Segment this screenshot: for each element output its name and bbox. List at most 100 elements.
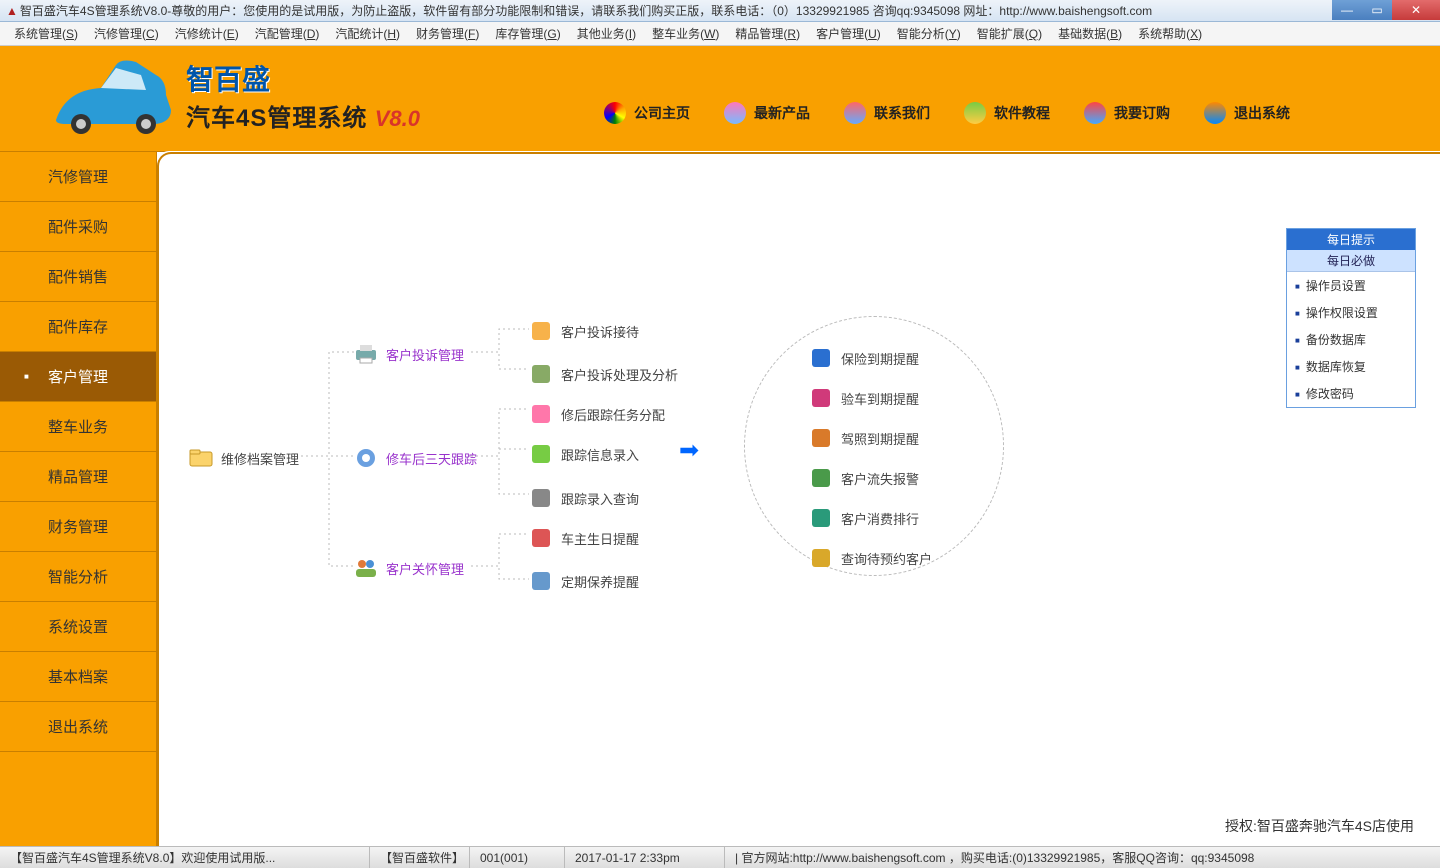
- app-icon: ▲: [6, 4, 18, 18]
- reminder-icon: [809, 386, 833, 410]
- header-link-label: 联系我们: [874, 103, 930, 123]
- menu-系统管理(S)[interactable]: 系统管理(S): [6, 23, 86, 44]
- node-luru[interactable]: 跟踪信息录入: [529, 442, 639, 466]
- node-label: 客户投诉处理及分析: [561, 365, 678, 384]
- header-link-label: 最新产品: [754, 103, 810, 123]
- node-care-mgmt[interactable]: 客户关怀管理: [354, 556, 464, 580]
- menu-汽配管理(D)[interactable]: 汽配管理(D): [247, 23, 328, 44]
- sidebar-item-qixiu[interactable]: 汽修管理: [0, 152, 156, 202]
- node-root[interactable]: 维修档案管理: [189, 446, 299, 470]
- leaf-icon: [529, 486, 553, 510]
- circle-node-yuyue[interactable]: 查询待预约客户: [809, 546, 932, 570]
- panel-subtitle: 每日必做: [1287, 250, 1415, 272]
- menu-智能扩展(Q)[interactable]: 智能扩展(Q): [969, 23, 1050, 44]
- circle-node-yanche[interactable]: 验车到期提醒: [809, 386, 932, 410]
- reminder-icon: [809, 426, 833, 450]
- node-label: 修车后三天跟踪: [386, 449, 477, 468]
- node-jiedai[interactable]: 客户投诉接待: [529, 319, 639, 343]
- window-close-button[interactable]: ✕: [1392, 0, 1440, 20]
- leaf-icon: [529, 402, 553, 426]
- daily-item[interactable]: 操作权限设置: [1287, 299, 1415, 326]
- people-icon: [354, 556, 378, 580]
- reminder-icon: [809, 506, 833, 530]
- menu-系统帮助(X)[interactable]: 系统帮助(X): [1130, 23, 1210, 44]
- menu-汽修统计(E)[interactable]: 汽修统计(E): [167, 23, 247, 44]
- status-user: 001(001): [470, 847, 565, 868]
- menu-汽修管理(C)[interactable]: 汽修管理(C): [86, 23, 167, 44]
- node-complaint-mgmt[interactable]: 客户投诉管理: [354, 342, 464, 366]
- header-link-exit[interactable]: 退出系统: [1204, 102, 1290, 124]
- node-label: 客户投诉管理: [386, 345, 464, 364]
- header-link-tutorial[interactable]: 软件教程: [964, 102, 1050, 124]
- daily-item[interactable]: 修改密码: [1287, 380, 1415, 407]
- car-logo-icon: [46, 50, 176, 140]
- menu-库存管理(G)[interactable]: 库存管理(G): [487, 23, 568, 44]
- sidebar: 汽修管理配件采购配件销售配件库存客户管理整车业务精品管理财务管理智能分析系统设置…: [0, 152, 157, 846]
- header-link-label: 我要订购: [1114, 103, 1170, 123]
- menu-汽配统计(H)[interactable]: 汽配统计(H): [327, 23, 408, 44]
- circle-node-jiazhao[interactable]: 驾照到期提醒: [809, 426, 932, 450]
- sidebar-item-kehu[interactable]: 客户管理: [0, 352, 156, 402]
- node-label: 查询待预约客户: [841, 549, 932, 568]
- order-icon: [1084, 102, 1106, 124]
- product-name: 汽车4S管理系统: [186, 105, 367, 132]
- menu-客户管理(U)[interactable]: 客户管理(U): [808, 23, 889, 44]
- node-shengri[interactable]: 车主生日提醒: [529, 526, 639, 550]
- folder-icon: [189, 446, 213, 470]
- node-label: 保险到期提醒: [841, 349, 919, 368]
- daily-item[interactable]: 备份数据库: [1287, 326, 1415, 353]
- reminder-icon: [809, 346, 833, 370]
- node-label: 车主生日提醒: [561, 529, 639, 548]
- node-fenxi[interactable]: 客户投诉处理及分析: [529, 362, 678, 386]
- node-label: 客户关怀管理: [386, 559, 464, 578]
- node-label: 定期保养提醒: [561, 572, 639, 591]
- leaf-icon: [529, 319, 553, 343]
- window-maximize-button[interactable]: ▭: [1362, 0, 1392, 20]
- authorization-text: 授权:智百盛奔驰汽车4S店使用: [1225, 816, 1414, 836]
- sidebar-item-xitong[interactable]: 系统设置: [0, 602, 156, 652]
- tutorial-icon: [964, 102, 986, 124]
- node-label: 驾照到期提醒: [841, 429, 919, 448]
- menu-精品管理(R)[interactable]: 精品管理(R): [727, 23, 808, 44]
- status-company: 【智百盛软件】: [370, 847, 470, 868]
- leaf-icon: [529, 362, 553, 386]
- sidebar-item-peijian-kucun[interactable]: 配件库存: [0, 302, 156, 352]
- window-titlebar: ▲ 智百盛汽车4S管理系统V8.0-尊敬的用户：您使用的是试用版，为防止盗版，软…: [0, 0, 1440, 22]
- sidebar-item-tuichu[interactable]: 退出系统: [0, 702, 156, 752]
- menu-基础数据(B)[interactable]: 基础数据(B): [1050, 23, 1130, 44]
- sidebar-item-peijian-caigou[interactable]: 配件采购: [0, 202, 156, 252]
- menu-财务管理(F)[interactable]: 财务管理(F): [408, 23, 487, 44]
- header-link-news[interactable]: 最新产品: [724, 102, 810, 124]
- header-link-contact[interactable]: 联系我们: [844, 102, 930, 124]
- logo-area: 智百盛 汽车4S管理系统 V8.0: [46, 50, 420, 140]
- circle-node-xiaofei[interactable]: 客户消费排行: [809, 506, 932, 530]
- panel-title: 每日提示: [1287, 229, 1415, 250]
- sidebar-item-caiwu[interactable]: 财务管理: [0, 502, 156, 552]
- circle-node-baoxian[interactable]: 保险到期提醒: [809, 346, 932, 370]
- node-baoyang[interactable]: 定期保养提醒: [529, 569, 639, 593]
- node-label: 客户消费排行: [841, 509, 919, 528]
- header-link-home[interactable]: 公司主页: [604, 102, 690, 124]
- daily-item[interactable]: 数据库恢复: [1287, 353, 1415, 380]
- header-link-order[interactable]: 我要订购: [1084, 102, 1170, 124]
- menu-bar: 系统管理(S)汽修管理(C)汽修统计(E)汽配管理(D)汽配统计(H)财务管理(…: [0, 22, 1440, 46]
- brand-name: 智百盛: [186, 58, 420, 98]
- menu-其他业务(I)[interactable]: 其他业务(I): [569, 23, 644, 44]
- menu-整车业务(W)[interactable]: 整车业务(W): [644, 23, 727, 44]
- menu-智能分析(Y)[interactable]: 智能分析(Y): [889, 23, 969, 44]
- sidebar-item-zhengche[interactable]: 整车业务: [0, 402, 156, 452]
- header-band: 智百盛 汽车4S管理系统 V8.0 公司主页 最新产品 联系我们 软件教程 我要订购 退出…: [0, 46, 1440, 152]
- sidebar-item-jingpin[interactable]: 精品管理: [0, 452, 156, 502]
- circle-node-liushi[interactable]: 客户流失报警: [809, 466, 932, 490]
- node-label: 修后跟踪任务分配: [561, 405, 665, 424]
- sidebar-item-zhineng[interactable]: 智能分析: [0, 552, 156, 602]
- status-info: | 官方网站:http://www.baishengsoft.com ，购买电话…: [725, 847, 1440, 868]
- sidebar-item-jiben[interactable]: 基本档案: [0, 652, 156, 702]
- window-minimize-button[interactable]: —: [1332, 0, 1362, 20]
- node-after3days[interactable]: 修车后三天跟踪: [354, 446, 477, 470]
- daily-tips-panel: 每日提示 每日必做 操作员设置操作权限设置备份数据库数据库恢复修改密码: [1286, 228, 1416, 408]
- node-fenpei[interactable]: 修后跟踪任务分配: [529, 402, 665, 426]
- sidebar-item-peijian-xiaoshou[interactable]: 配件销售: [0, 252, 156, 302]
- node-chaxun[interactable]: 跟踪录入查询: [529, 486, 639, 510]
- daily-item[interactable]: 操作员设置: [1287, 272, 1415, 299]
